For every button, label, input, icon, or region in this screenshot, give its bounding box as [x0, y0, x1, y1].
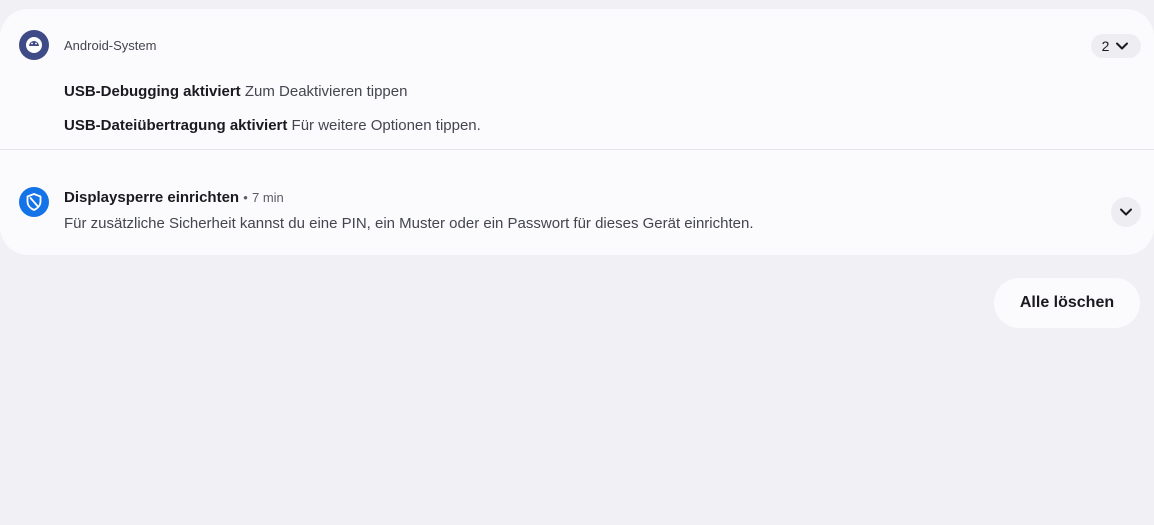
notification-body: Zum Deaktivieren tippen [244, 83, 408, 100]
notification-count: 2 [1101, 38, 1110, 54]
app-name: Android-System [64, 38, 157, 53]
clear-all-button[interactable]: Alle löschen [994, 278, 1140, 328]
divider [0, 149, 1154, 150]
notification-android-system[interactable]: Android-System 2 USB-Debugging aktiviert… [0, 9, 1154, 149]
notification-usb-debugging[interactable]: USB-Debugging aktiviert Zum Deaktivieren… [64, 83, 407, 100]
notification-body: Für weitere Optionen tippen. [291, 117, 481, 134]
notification-title: USB-Debugging aktiviert [64, 83, 241, 100]
notification-body: Für zusätzliche Sicherheit kannst du ein… [64, 215, 754, 232]
notification-panel: Android-System 2 USB-Debugging aktiviert… [0, 9, 1154, 255]
chevron-down-icon [1120, 208, 1132, 216]
notification-title: Displaysperre einrichten [64, 189, 240, 206]
expand-button[interactable] [1111, 197, 1141, 227]
shield-icon [19, 187, 49, 217]
notification-header: Displaysperre einrichten • 7 min [64, 189, 284, 206]
expand-group-button[interactable]: 2 [1091, 34, 1141, 58]
notification-usb-file-transfer[interactable]: USB-Dateiübertragung aktiviert Für weite… [64, 117, 481, 134]
notification-title: USB-Dateiübertragung aktiviert [64, 117, 288, 134]
notification-time: 7 min [251, 190, 284, 205]
chevron-down-icon [1116, 42, 1129, 50]
separator: • [243, 190, 248, 205]
android-system-icon [19, 30, 49, 60]
